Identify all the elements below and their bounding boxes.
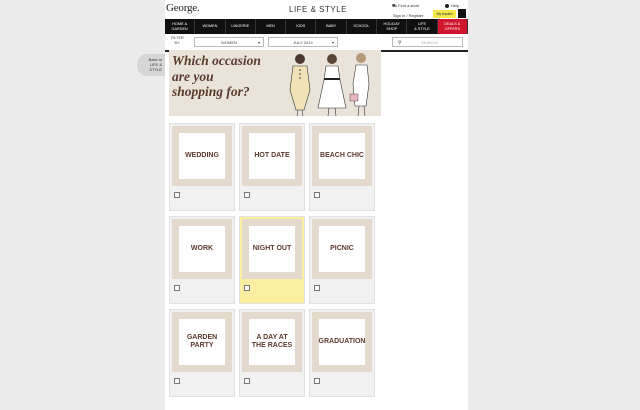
nav-item[interactable]: SCHOOL bbox=[347, 19, 378, 34]
page: George. LIFE & STYLE ⛟ Find a store Help… bbox=[165, 0, 468, 410]
nav-item[interactable]: HOME & GARDEN bbox=[165, 19, 196, 34]
occasion-tile[interactable]: BEACH CHIC bbox=[309, 123, 375, 211]
fashion-illustration bbox=[289, 53, 370, 116]
shopping-bag-icon[interactable] bbox=[458, 9, 466, 18]
search-placeholder: SEARCH bbox=[421, 40, 438, 45]
occasion-tile[interactable]: HOT DATE bbox=[239, 123, 305, 211]
main-nav: HOME & GARDEN WOMEN LINGERIE MEN KIDS BABY SCH… bbox=[165, 19, 468, 34]
tile-image-frame: GRADUATION bbox=[312, 312, 372, 372]
tile-image-frame: NIGHT OUT bbox=[242, 219, 302, 279]
tile-card: WORK bbox=[179, 226, 225, 272]
nav-item[interactable]: LIFE & STYLE bbox=[407, 19, 438, 34]
category-value: WOMEN bbox=[221, 40, 237, 45]
occasion-checkbox[interactable] bbox=[314, 285, 320, 291]
truck-icon: ⛟ bbox=[392, 3, 398, 8]
occasion-checkbox[interactable] bbox=[314, 192, 320, 198]
store-finder-link[interactable]: ⛟ Find a store bbox=[392, 3, 419, 9]
occasion-tile[interactable]: PICNIC bbox=[309, 216, 375, 304]
tile-image-frame: A DAY AT THE RACES bbox=[242, 312, 302, 372]
tile-image-frame: WEDDING bbox=[172, 126, 232, 186]
nav-item[interactable]: LINGERIE bbox=[226, 19, 256, 34]
tile-image-frame: HOT DATE bbox=[242, 126, 302, 186]
category-select[interactable]: WOMEN ▾ bbox=[194, 37, 264, 47]
occasion-tile[interactable]: WORK bbox=[169, 216, 235, 304]
occasion-checkbox[interactable] bbox=[174, 285, 180, 291]
occasion-label: GARDEN PARTY bbox=[186, 334, 218, 349]
tile-image-frame: PICNIC bbox=[312, 219, 372, 279]
tile-card: GRADUATION bbox=[319, 319, 365, 365]
nav-item[interactable]: KIDS bbox=[286, 19, 317, 34]
occasion-label: WORK bbox=[190, 245, 214, 252]
tile-card: WEDDING bbox=[179, 133, 225, 179]
occasion-label: PICNIC bbox=[330, 245, 354, 252]
store-finder-label: Find a store bbox=[398, 3, 420, 8]
occasion-tile[interactable]: WEDDING bbox=[169, 123, 235, 211]
tile-card: HOT DATE bbox=[249, 133, 295, 179]
basket-button[interactable]: My basket bbox=[433, 10, 456, 18]
nav-item[interactable]: WOMEN bbox=[195, 19, 226, 34]
filter-label: FILTER BY: bbox=[171, 36, 184, 45]
back-to-life-style-link[interactable]: Back to LIFE & STYLE bbox=[137, 54, 165, 76]
month-value: JULY 2014 bbox=[293, 40, 313, 45]
tile-card: A DAY AT THE RACES bbox=[249, 319, 295, 365]
occasion-label: NIGHT OUT bbox=[252, 245, 292, 252]
occasion-checkbox[interactable] bbox=[314, 378, 320, 384]
occasion-label: GRADUATION bbox=[318, 338, 366, 345]
tile-card: PICNIC bbox=[319, 226, 365, 272]
tile-card: NIGHT OUT bbox=[249, 226, 295, 272]
search-input[interactable]: ⚲ SEARCH bbox=[392, 37, 463, 47]
occasion-label: WEDDING bbox=[185, 152, 219, 159]
help-link[interactable]: Help bbox=[445, 3, 459, 8]
nav-item[interactable]: DEALS & OFFERS bbox=[437, 19, 468, 34]
occasion-label: A DAY AT THE RACES bbox=[251, 334, 293, 349]
nav-item[interactable]: HOLIDAY SHOP bbox=[377, 19, 408, 34]
search-icon[interactable]: ⚲ bbox=[398, 38, 402, 48]
tile-image-frame: GARDEN PARTY bbox=[172, 312, 232, 372]
chevron-down-icon: ▾ bbox=[257, 40, 260, 45]
site-title: LIFE & STYLE bbox=[289, 5, 348, 14]
occasion-tile[interactable]: NIGHT OUT bbox=[239, 216, 305, 304]
nav-item[interactable]: MEN bbox=[256, 19, 287, 34]
occasion-tile[interactable]: GRADUATION bbox=[309, 309, 375, 397]
occasion-checkbox[interactable] bbox=[244, 285, 250, 291]
month-select[interactable]: JULY 2014 ▾ bbox=[268, 37, 338, 47]
occasion-tile[interactable]: A DAY AT THE RACES bbox=[239, 309, 305, 397]
occasion-checkbox[interactable] bbox=[174, 192, 180, 198]
nav-item[interactable]: BABY bbox=[316, 19, 347, 34]
sign-in-link[interactable]: Sign in / Register bbox=[393, 13, 423, 18]
chevron-down-icon: ▾ bbox=[331, 40, 334, 45]
george-logo[interactable]: George. bbox=[166, 2, 200, 14]
occasion-checkbox[interactable] bbox=[174, 378, 180, 384]
occasion-banner: Which occasion are you shopping for? bbox=[169, 50, 381, 116]
tile-image-frame: WORK bbox=[172, 219, 232, 279]
occasion-label: HOT DATE bbox=[254, 152, 290, 159]
tile-card: BEACH CHIC bbox=[319, 133, 365, 179]
help-icon bbox=[445, 3, 449, 8]
tile-card: GARDEN PARTY bbox=[179, 319, 225, 365]
occasion-tile[interactable]: GARDEN PARTY bbox=[169, 309, 235, 397]
help-label: Help bbox=[451, 3, 460, 8]
tile-image-frame: BEACH CHIC bbox=[312, 126, 372, 186]
occasion-label: BEACH CHIC bbox=[320, 152, 364, 159]
occasion-checkbox[interactable] bbox=[244, 192, 250, 198]
occasion-checkbox[interactable] bbox=[244, 378, 250, 384]
